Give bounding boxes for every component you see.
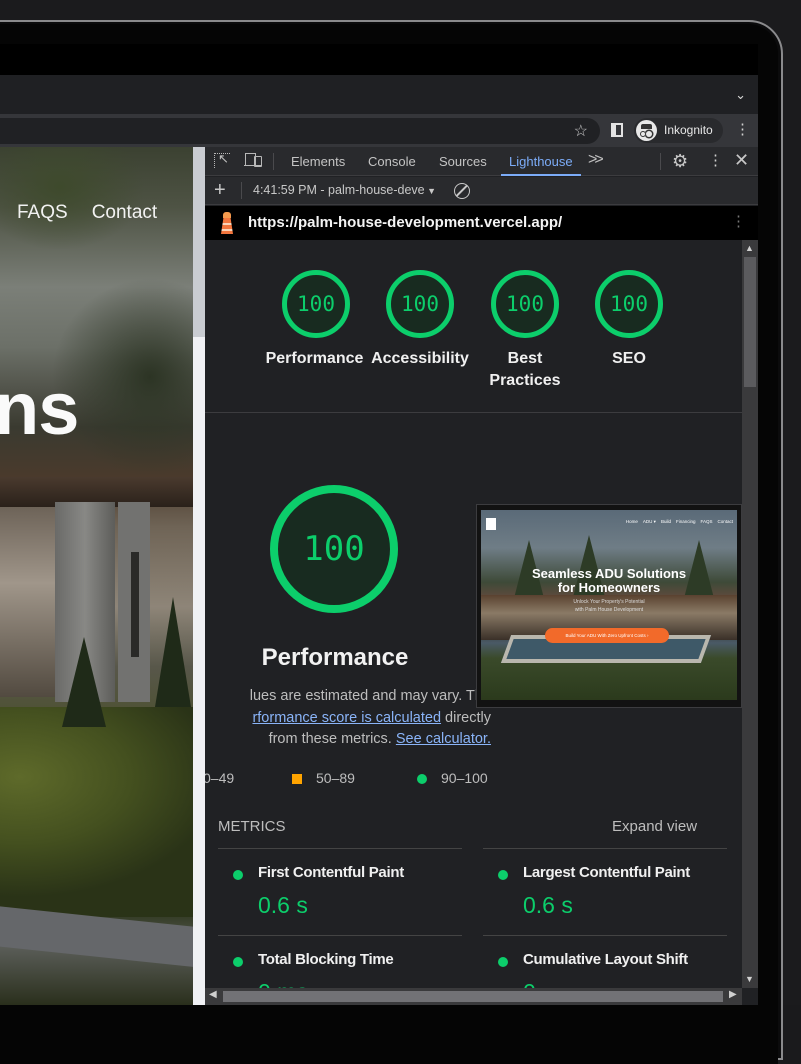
settings-gear-icon[interactable]: ⚙: [672, 151, 688, 172]
pass-dot-icon: [233, 870, 243, 880]
gauge-performance[interactable]: 100 Performance: [256, 270, 376, 370]
gauge-label: Best Practices: [489, 350, 561, 389]
screenshot-hero-subtitle: Unlock Your Property's Potential with Pal…: [573, 599, 645, 613]
scroll-down-arrow-icon[interactable]: ▼: [745, 974, 754, 984]
chevron-down-icon[interactable]: ⌄: [735, 87, 746, 103]
see-calculator-link[interactable]: See calculator.: [396, 731, 491, 747]
score-value: 100: [386, 270, 454, 338]
inspect-element-icon[interactable]: [214, 151, 230, 168]
browser-toolbar: ☆ Inkognito ⋮: [0, 114, 758, 147]
gauge-accessibility[interactable]: 100 Accessibility: [360, 270, 480, 370]
tab-strip: ⌄: [0, 75, 758, 114]
gauge-label: SEO: [612, 350, 646, 367]
scroll-right-arrow-icon[interactable]: ▶: [729, 989, 737, 1000]
pass-dot-icon: [498, 957, 508, 967]
legend-fail: 0–49: [205, 770, 235, 786]
nav-faqs-link[interactable]: FAQS: [17, 202, 68, 223]
tab-sources[interactable]: Sources: [439, 147, 487, 176]
scrollbar-thumb[interactable]: [744, 257, 756, 387]
star-icon[interactable]: ☆: [574, 121, 588, 141]
desktop-background: ⌄ ☆ Inkognito ⋮ FAQS Contact ns ↖ Elemen…: [0, 0, 801, 1064]
website-viewport: FAQS Contact ns: [0, 147, 193, 1005]
nav-contact-link[interactable]: Contact: [92, 202, 157, 223]
website-nav: FAQS Contact: [17, 202, 181, 224]
legend-pass: 90–100: [417, 770, 488, 786]
screenshot-hero-title: Seamless ADU Solutions for Homeowners: [531, 566, 687, 595]
scroll-up-arrow-icon[interactable]: ▲: [745, 243, 754, 253]
metric-name: Largest Contentful Paint: [523, 864, 690, 881]
metric-value: 0.6 s: [523, 892, 573, 918]
scroll-left-arrow-icon[interactable]: ◀: [209, 989, 217, 1000]
gauge-best-practices[interactable]: 100 Best Practices: [465, 270, 585, 392]
device-toolbar-icon[interactable]: [244, 153, 262, 167]
metric-value: 0: [523, 979, 536, 988]
gauge-seo[interactable]: 100 SEO: [569, 270, 689, 370]
gauge-label: Performance: [265, 350, 364, 367]
report-selector-dropdown[interactable]: 4:41:59 PM - palm-house-deve ▼: [253, 183, 443, 197]
hero-heading: ns: [0, 367, 79, 450]
gauge-label: Accessibility: [371, 350, 469, 367]
report-horizontal-scrollbar[interactable]: ◀ ▶: [205, 988, 742, 1005]
browser-menu-icon[interactable]: ⋮: [735, 122, 750, 137]
report-vertical-scrollbar[interactable]: ▲ ▼: [742, 240, 758, 988]
metric-name: First Contentful Paint: [258, 864, 404, 881]
site-logo-icon: [486, 518, 496, 530]
lighthouse-report: 100 Performance 100 Accessibility 100 Be…: [205, 240, 742, 988]
profile-label: Inkognito: [664, 123, 713, 137]
screenshot-nav: Home ADU ▾ Build Financing FAQS Contact: [625, 519, 733, 524]
devtools-tab-bar: Elements Console Sources Lighthouse >> ⚙…: [205, 147, 758, 176]
score-gauges: 100 Performance 100 Accessibility 100 Be…: [205, 240, 742, 413]
metric-fcp: First Contentful Paint 0.6 s: [218, 848, 462, 934]
side-panel-icon[interactable]: [611, 123, 623, 137]
browser-window: ⌄ ☆ Inkognito ⋮ FAQS Contact ns ↖ Elemen…: [0, 44, 758, 1005]
lighthouse-logo-icon: [220, 212, 234, 234]
pass-dot-icon: [233, 957, 243, 967]
page-screenshot-image: Home ADU ▾ Build Financing FAQS Contact Seaml…: [481, 510, 737, 700]
new-report-plus-icon[interactable]: +: [214, 179, 226, 202]
tab-lighthouse[interactable]: Lighthouse: [501, 147, 581, 176]
more-tabs-icon[interactable]: >>: [588, 151, 604, 169]
website-scrollbar[interactable]: [193, 147, 205, 1005]
metric-value: 0.6 s: [258, 892, 308, 918]
final-screenshot-thumbnail[interactable]: Home ADU ▾ Build Financing FAQS Contact Seaml…: [476, 504, 742, 708]
score-value: 100: [491, 270, 559, 338]
scrollbar-thumb[interactable]: [223, 991, 723, 1002]
devtools-panel: Elements Console Sources Lighthouse >> ⚙…: [205, 147, 758, 1005]
screenshot-cta-button: Build Your ADU With Zero Upfront Costs ›: [545, 628, 669, 643]
close-devtools-icon[interactable]: ✕: [734, 150, 749, 171]
legend-average: 50–89: [292, 770, 355, 786]
orange-square-icon: [292, 774, 302, 784]
clear-reports-icon[interactable]: [454, 183, 470, 199]
address-bar[interactable]: ☆: [0, 118, 600, 144]
incognito-profile-button[interactable]: Inkognito: [634, 118, 723, 143]
score-value: 100: [595, 270, 663, 338]
incognito-icon: [636, 120, 657, 141]
expand-view-toggle[interactable]: Expand view: [612, 818, 697, 835]
metric-value: 0 ms: [258, 979, 308, 988]
metric-name: Cumulative Layout Shift: [523, 951, 688, 968]
audited-url: https://palm-house-development.vercel.ap…: [248, 214, 563, 231]
performance-score-gauge: 100: [270, 485, 398, 613]
metric-name: Total Blocking Time: [258, 951, 394, 968]
tab-elements[interactable]: Elements: [291, 147, 345, 176]
metric-lcp: Largest Contentful Paint 0.6 s: [483, 848, 727, 934]
performance-heading: Performance: [261, 644, 409, 671]
lighthouse-toolbar: + 4:41:59 PM - palm-house-deve ▼: [205, 177, 758, 205]
score-value: 100: [282, 270, 350, 338]
green-circle-icon: [417, 774, 427, 784]
metric-cls: Cumulative Layout Shift 0: [483, 935, 727, 988]
lighthouse-url-bar: https://palm-house-development.vercel.ap…: [205, 206, 758, 240]
pass-dot-icon: [498, 870, 508, 880]
devtools-menu-icon[interactable]: ⋮: [708, 153, 723, 168]
score-calculation-link[interactable]: rformance score is calculated: [252, 710, 441, 726]
metric-tbt: Total Blocking Time 0 ms: [218, 935, 462, 988]
report-menu-icon[interactable]: ⋮: [731, 214, 746, 229]
metrics-heading: METRICS: [218, 818, 286, 835]
tab-console[interactable]: Console: [368, 147, 416, 176]
performance-description: lues are estimated and may vary. The rfo…: [249, 688, 491, 747]
